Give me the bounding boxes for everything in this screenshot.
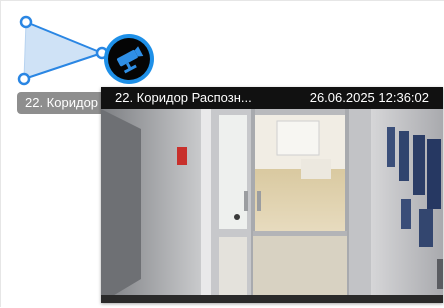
fov-handle-top[interactable] <box>19 15 33 29</box>
camera-preview-popup[interactable]: 22. Коридор Распозн... 26.06.2025 12:36:… <box>101 87 443 303</box>
camera-video-feed[interactable] <box>101 109 443 303</box>
map-canvas[interactable]: 22. Коридор 22. Коридор Распозн... 26.06… <box>0 0 444 307</box>
fov-cone <box>23 21 104 80</box>
preview-header: 22. Коридор Распозн... 26.06.2025 12:36:… <box>101 87 443 109</box>
camera-marker[interactable] <box>104 34 154 84</box>
cctv-camera-icon <box>116 46 144 74</box>
preview-camera-title: 22. Коридор Распозн... <box>115 90 252 105</box>
fov-handle-bottom[interactable] <box>17 72 31 86</box>
video-frame <box>101 109 443 303</box>
preview-timestamp: 26.06.2025 12:36:02 <box>309 90 429 105</box>
